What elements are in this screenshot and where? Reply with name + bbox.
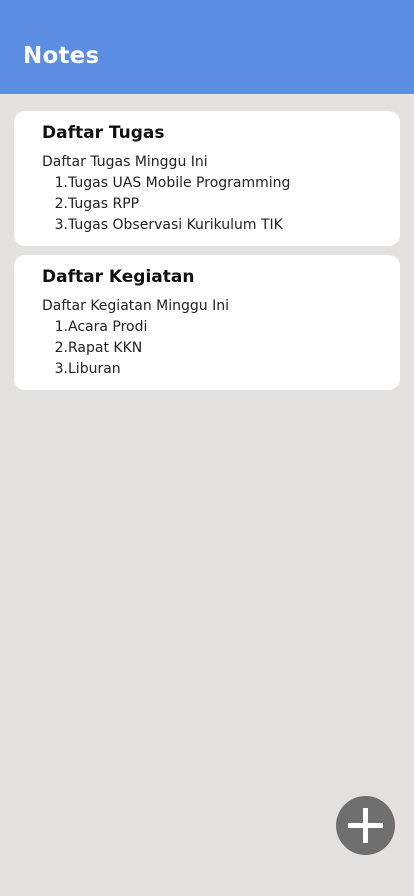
- list-item-text: Tugas RPP: [68, 196, 140, 212]
- list-item-number: 1.: [54, 319, 68, 335]
- list-item-text: Tugas Observasi Kurikulum TIK: [68, 217, 283, 233]
- list-item-number: 1.: [54, 175, 68, 191]
- note-list-item: 3. Tugas Observasi Kurikulum TIK: [42, 215, 384, 236]
- add-note-button[interactable]: [336, 796, 395, 855]
- note-item-list: 1. Tugas UAS Mobile Programming 2. Tugas…: [42, 173, 384, 236]
- notes-list: Daftar Tugas Daftar Tugas Minggu Ini 1. …: [14, 111, 400, 399]
- note-card-daftar-tugas[interactable]: Daftar Tugas Daftar Tugas Minggu Ini 1. …: [14, 111, 400, 246]
- app-bar: Notes: [0, 0, 414, 94]
- note-title: Daftar Tugas: [42, 123, 165, 143]
- note-list-item: 1. Acara Prodi: [42, 317, 384, 338]
- list-item-number: 3.: [54, 217, 68, 233]
- list-item-text: Acara Prodi: [68, 319, 148, 335]
- list-item-number: 2.: [54, 196, 68, 212]
- note-list-item: 2. Rapat KKN: [42, 338, 384, 359]
- note-item-list: 1. Acara Prodi 2. Rapat KKN 3. Liburan: [42, 317, 384, 380]
- note-subtitle: Daftar Tugas Minggu Ini: [42, 154, 208, 170]
- list-item-number: 3.: [54, 361, 68, 377]
- app-title: Notes: [23, 43, 100, 69]
- list-item-text: Tugas UAS Mobile Programming: [68, 175, 291, 191]
- note-list-item: 2. Tugas RPP: [42, 194, 384, 215]
- list-item-text: Rapat KKN: [68, 340, 143, 356]
- note-list-item: 3. Liburan: [42, 359, 384, 380]
- list-item-text: Liburan: [68, 361, 121, 377]
- note-title: Daftar Kegiatan: [42, 267, 195, 287]
- note-list-item: 1. Tugas UAS Mobile Programming: [42, 173, 384, 194]
- note-subtitle: Daftar Kegiatan Minggu Ini: [42, 298, 229, 314]
- list-item-number: 2.: [54, 340, 68, 356]
- note-card-daftar-kegiatan[interactable]: Daftar Kegiatan Daftar Kegiatan Minggu I…: [14, 255, 400, 390]
- plus-icon: [348, 808, 383, 843]
